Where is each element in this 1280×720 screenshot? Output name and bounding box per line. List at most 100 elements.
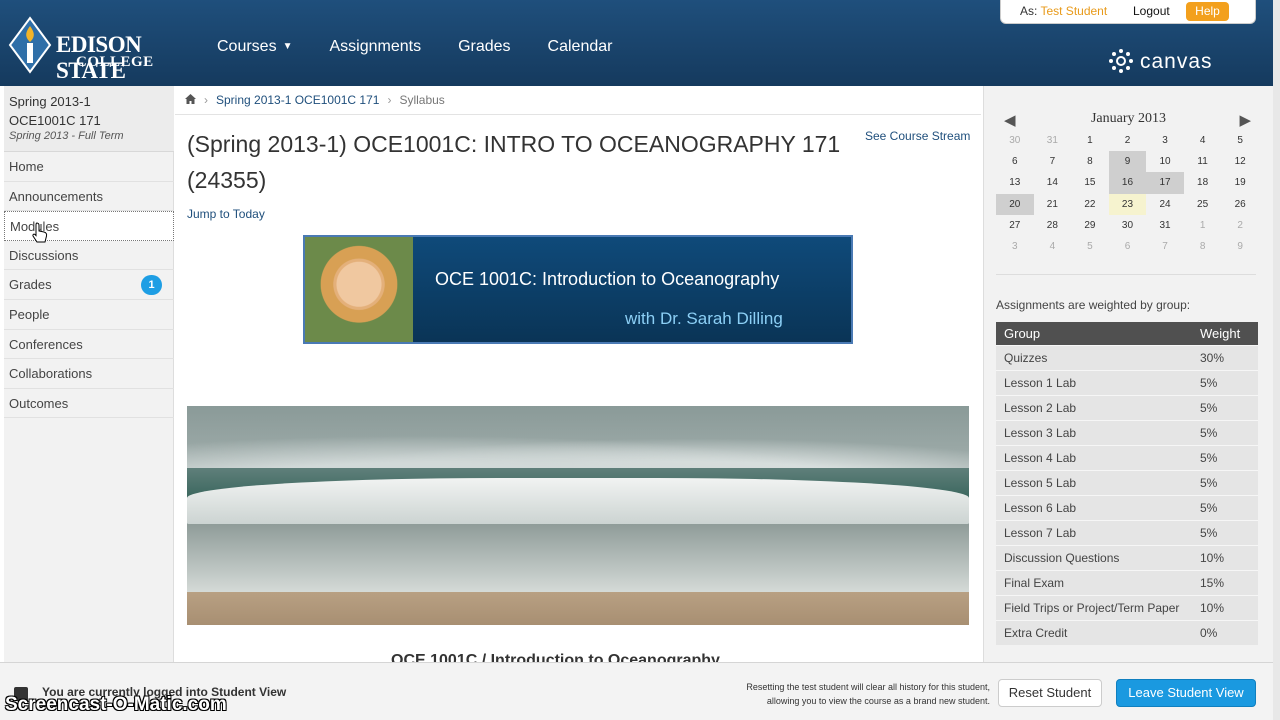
table-row: Extra Credit 0% [996, 620, 1258, 645]
calendar-day[interactable]: 21 [1034, 194, 1072, 215]
weight-cell: 5% [1188, 445, 1258, 471]
calendar-day[interactable]: 19 [1221, 172, 1259, 193]
leave-student-view-button[interactable]: Leave Student View [1116, 679, 1256, 707]
table-row: Field Trips or Project/Term Paper 10% [996, 595, 1258, 621]
main-content: › Spring 2013-1 OCE1001C 171 › Syllabus … [175, 86, 981, 666]
calendar-day[interactable]: 22 [1071, 194, 1109, 215]
see-course-stream-link[interactable]: See Course Stream [865, 129, 970, 143]
calendar-day-today[interactable]: 23 [1108, 193, 1147, 215]
sidebar-item-collaborations[interactable]: Collaborations [4, 359, 174, 389]
weight-cell: 10% [1188, 545, 1258, 571]
calendar-day[interactable]: 29 [1071, 215, 1109, 236]
nav-assignments[interactable]: Assignments [329, 38, 421, 56]
breadcrumb-course[interactable]: Spring 2013-1 OCE1001C 171 [216, 93, 379, 107]
course-title-box[interactable]: Spring 2013-1 OCE1001C 171 Spring 2013 -… [4, 86, 174, 152]
calendar-day[interactable]: 10 [1146, 151, 1184, 172]
next-month-arrow-icon[interactable]: ▶ [1239, 111, 1251, 129]
calendar-day[interactable]: 14 [1034, 172, 1072, 193]
calendar-day[interactable]: 4 [1034, 236, 1072, 257]
reset-student-button[interactable]: Reset Student [998, 679, 1102, 707]
table-row: Quizzes 30% [996, 345, 1258, 371]
sidebar-item-people[interactable]: People [4, 300, 174, 330]
calendar-day[interactable]: 11 [1184, 151, 1222, 172]
user-bar: As: Test Student Logout Help [1000, 0, 1256, 24]
calendar-day[interactable]: 18 [1184, 172, 1222, 193]
divider [996, 274, 1256, 275]
sidebar-item-announcements[interactable]: Announcements [4, 182, 174, 212]
jump-to-today-link[interactable]: Jump to Today [187, 207, 265, 221]
course-nav-menu: Home Announcements Modules Discussions G… [4, 152, 174, 419]
image-foam [187, 478, 969, 528]
sidebar-item-discussions[interactable]: Discussions [4, 241, 174, 271]
calendar-day[interactable]: 13 [996, 172, 1034, 193]
calendar-day[interactable]: 3 [996, 236, 1034, 257]
calendar-day[interactable]: 31 [1146, 215, 1184, 236]
calendar-day[interactable]: 28 [1034, 215, 1072, 236]
calendar-day[interactable]: 24 [1146, 194, 1184, 215]
calendar-day[interactable]: 31 [1034, 130, 1072, 151]
calendar-day[interactable]: 7 [1146, 236, 1184, 257]
breadcrumb-divider [175, 114, 981, 115]
calendar-day[interactable]: 26 [1221, 194, 1259, 215]
assignment-weights-table: Group Weight Quizzes 30% Lesson 1 Lab 5% L… [996, 322, 1258, 645]
window-scrollbar[interactable] [1273, 0, 1280, 720]
calendar-day[interactable]: 5 [1221, 130, 1259, 151]
calendar-day[interactable]: 8 [1071, 151, 1109, 172]
mini-calendar: 30 31 1 2 3 4 5 6 7 8 9 10 11 12 13 14 1… [996, 130, 1259, 257]
table-row: Lesson 1 Lab 5% [996, 370, 1258, 396]
calendar-day[interactable]: 12 [1221, 151, 1259, 172]
calendar-day[interactable]: 15 [1071, 172, 1109, 193]
sidebar-item-modules[interactable]: Modules [4, 211, 174, 241]
sidebar-item-grades[interactable]: Grades 1 [4, 270, 174, 300]
course-name: Spring 2013-1 OCE1001C 171 [9, 92, 101, 130]
calendar-day[interactable]: 25 [1184, 194, 1222, 215]
course-banner: OCE 1001C: Introduction to Oceanography … [303, 235, 853, 344]
calendar-day[interactable]: 1 [1184, 215, 1222, 236]
calendar-day[interactable]: 7 [1034, 151, 1072, 172]
weight-cell: 5% [1188, 495, 1258, 521]
calendar-day[interactable]: 2 [1221, 215, 1259, 236]
calendar-day[interactable]: 9 [1108, 151, 1147, 173]
sidebar-item-home[interactable]: Home [4, 152, 174, 182]
course-name-line1: Spring 2013-1 [9, 94, 91, 109]
global-header: EDISON STATE COLLEGE Courses ▼ Assignment… [0, 0, 1273, 86]
calendar-day[interactable]: 5 [1071, 236, 1109, 257]
sidebar-item-grades-label: Grades [9, 277, 52, 293]
edison-state-logo[interactable]: EDISON STATE COLLEGE [8, 16, 186, 83]
grades-count-badge: 1 [141, 275, 162, 296]
calendar-day[interactable]: 6 [996, 151, 1034, 172]
nav-courses[interactable]: Courses ▼ [217, 38, 292, 56]
group-cell: Final Exam [996, 570, 1188, 596]
table-row: Lesson 5 Lab 5% [996, 470, 1258, 496]
calendar-day[interactable]: 16 [1108, 172, 1147, 194]
nav-grades[interactable]: Grades [458, 38, 510, 56]
nav-calendar[interactable]: Calendar [548, 38, 613, 56]
calendar-day[interactable]: 2 [1109, 130, 1147, 151]
help-button[interactable]: Help [1186, 2, 1229, 21]
group-cell: Lesson 5 Lab [996, 470, 1188, 496]
user-link[interactable]: Test Student [1040, 4, 1107, 18]
chevron-right-icon: › [204, 93, 208, 107]
reset-note-line1: Resetting the test student will clear al… [746, 682, 990, 692]
calendar-day[interactable]: 8 [1184, 236, 1222, 257]
calendar-week: 20 21 22 23 24 25 26 [996, 193, 1259, 215]
calendar-day[interactable]: 6 [1109, 236, 1147, 257]
calendar-day[interactable]: 30 [996, 130, 1034, 151]
ocean-wave-image [187, 406, 969, 625]
calendar-day[interactable]: 9 [1221, 236, 1259, 257]
logout-link[interactable]: Logout [1133, 4, 1170, 18]
home-icon[interactable] [185, 93, 196, 107]
calendar-day[interactable]: 20 [996, 193, 1034, 215]
calendar-day[interactable]: 1 [1071, 130, 1109, 151]
calendar-day[interactable]: 17 [1146, 172, 1184, 194]
sidebar-item-conferences[interactable]: Conferences [4, 330, 174, 360]
table-header-row: Group Weight [996, 322, 1258, 346]
calendar-day[interactable]: 3 [1146, 130, 1184, 151]
right-sidebar: ◀ January 2013 ▶ 30 31 1 2 3 4 5 6 7 8 9… [983, 86, 1273, 666]
calendar-header: ◀ January 2013 ▶ [996, 111, 1261, 129]
calendar-day[interactable]: 27 [996, 215, 1034, 236]
calendar-day[interactable]: 4 [1184, 130, 1222, 151]
calendar-day[interactable]: 30 [1109, 215, 1147, 236]
sidebar-item-outcomes[interactable]: Outcomes [4, 389, 174, 419]
page-title: (Spring 2013-1) OCE1001C: INTRO TO OCEAN… [187, 131, 841, 193]
